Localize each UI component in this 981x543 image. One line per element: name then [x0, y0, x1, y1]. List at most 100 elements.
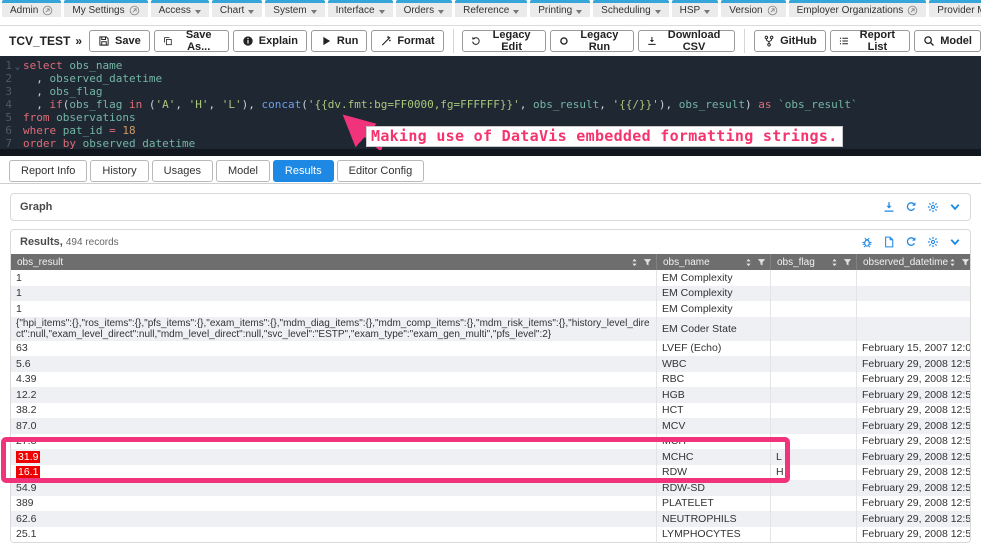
formatted-value-chip: 31.9	[16, 451, 40, 463]
column-header-observed_datetime[interactable]: observed_datetime	[856, 254, 970, 270]
table-row: {"hpi_items":{},"ros_items":{},"pfs_item…	[11, 317, 970, 341]
results-panel-title: Results, 494 records	[20, 236, 119, 248]
table-row: 1EM Complexity	[11, 286, 970, 302]
table-row: 1EM Complexity	[11, 301, 970, 317]
tab-editor-config[interactable]: Editor Config	[337, 160, 425, 182]
external-link-icon	[129, 5, 140, 16]
button-label: Report List	[854, 29, 902, 53]
report-list-button[interactable]: Report List	[830, 30, 910, 52]
table-row: 5.6WBCFebruary 29, 2008 12:58 PM	[11, 356, 970, 372]
column-header-obs_flag[interactable]: obs_flag	[770, 254, 856, 270]
line-number: 4	[0, 98, 12, 111]
top-nav-tab-label: Admin	[10, 5, 38, 16]
column-label: obs_flag	[777, 257, 815, 268]
format-button[interactable]: Format	[371, 30, 443, 52]
filter-icon[interactable]	[961, 258, 970, 267]
button-label: Save	[115, 35, 141, 47]
column-header-obs_name[interactable]: obs_name	[656, 254, 770, 270]
model-button[interactable]: Model	[914, 30, 981, 52]
cell-observed-datetime: February 29, 2008 12:58 PM	[856, 480, 970, 496]
top-nav-tab[interactable]: System	[265, 0, 324, 17]
top-nav-tab[interactable]: Printing	[530, 0, 590, 17]
top-nav-tab-label: Interface	[336, 5, 375, 16]
line-number: 5	[0, 111, 12, 124]
filter-icon[interactable]	[643, 258, 652, 267]
cell-obs-result: 5.6	[11, 356, 656, 372]
cell-obs-result: 87.0	[11, 418, 656, 434]
code-line: 5from observations	[0, 111, 981, 124]
table-row: 4.39RBCFebruary 29, 2008 12:58 PM	[11, 372, 970, 388]
top-nav-tab[interactable]: Scheduling	[593, 0, 668, 17]
save-button[interactable]: Save	[89, 30, 150, 52]
button-label: Explain	[259, 35, 298, 47]
record-count: 494 records	[66, 237, 119, 248]
column-header-obs_result[interactable]: obs_result	[11, 254, 656, 270]
results-panel-header: Results, 494 records	[11, 230, 970, 254]
legacy-edit-button[interactable]: Legacy Edit	[462, 30, 546, 52]
cell-obs-flag	[770, 511, 856, 527]
editor-scroll-strip	[0, 149, 981, 156]
top-nav-tab[interactable]: Orders	[396, 0, 453, 17]
github-button[interactable]: GitHub	[754, 30, 826, 52]
gear-icon[interactable]	[927, 236, 939, 248]
legacy-run-button[interactable]: Legacy Run	[550, 30, 634, 52]
cell-observed-datetime: February 29, 2008 12:58 PM	[856, 449, 970, 465]
tab-model[interactable]: Model	[216, 160, 270, 182]
document-icon[interactable]	[883, 236, 895, 248]
save-as-button[interactable]: Save As...	[154, 30, 229, 52]
refresh-icon[interactable]	[905, 236, 917, 248]
sort-icon[interactable]	[830, 258, 839, 267]
run-button[interactable]: Run	[311, 30, 367, 52]
top-nav-tab[interactable]: Admin	[2, 0, 61, 17]
cell-obs-result: 62.6	[11, 511, 656, 527]
top-nav-tab[interactable]: HSP	[672, 0, 719, 17]
cell-obs-flag	[770, 387, 856, 403]
cell-obs-flag	[770, 527, 856, 543]
top-nav-tab[interactable]: Employer Organizations	[789, 0, 927, 17]
column-label: obs_name	[663, 257, 710, 268]
cell-obs-name: LYMPHOCYTES	[656, 527, 770, 543]
download-icon[interactable]	[883, 201, 895, 213]
tab-results[interactable]: Results	[273, 160, 334, 182]
explain-button[interactable]: Explain	[233, 30, 307, 52]
tab-usages[interactable]: Usages	[152, 160, 213, 182]
chevron-down-icon[interactable]	[949, 236, 961, 248]
sort-icon[interactable]	[744, 258, 753, 267]
sql-editor[interactable]: 1⌄select obs_name2 , observed_datetime3 …	[0, 56, 981, 156]
chevron-down-icon[interactable]	[949, 201, 961, 213]
filter-icon[interactable]	[843, 258, 852, 267]
line-number: 6	[0, 124, 12, 137]
results-panel: Results, 494 records obs_result obs_name o…	[10, 229, 971, 543]
top-nav-tab[interactable]: Provider Management	[929, 0, 981, 17]
chevron-down-icon	[513, 10, 519, 14]
tab-history[interactable]: History	[90, 160, 148, 182]
sort-icon[interactable]	[948, 258, 957, 267]
sort-icon[interactable]	[630, 258, 639, 267]
gear-icon[interactable]	[927, 201, 939, 213]
cell-obs-name: RDW-SD	[656, 480, 770, 496]
tab-report-info[interactable]: Report Info	[9, 160, 87, 182]
cell-obs-flag	[770, 286, 856, 302]
cell-obs-name: EM Complexity	[656, 270, 770, 286]
download-csv-button[interactable]: Download CSV	[638, 30, 735, 52]
cell-obs-result: 1	[11, 270, 656, 286]
top-nav-tab[interactable]: My Settings	[64, 0, 147, 17]
table-row: 63LVEF (Echo)February 15, 2007 12:00 AM	[11, 341, 970, 357]
report-name-expander[interactable]: »	[75, 34, 82, 48]
top-nav-tab[interactable]: Version	[721, 0, 785, 17]
top-nav-tab[interactable]: Reference	[455, 0, 527, 17]
button-label: Legacy Run	[574, 29, 625, 53]
code-line: 2 , observed_datetime	[0, 72, 981, 85]
top-nav-tab[interactable]: Interface	[328, 0, 393, 17]
button-label: GitHub	[780, 35, 817, 47]
line-number: 3	[0, 85, 12, 98]
top-nav-tab[interactable]: Access	[151, 0, 209, 17]
cell-observed-datetime	[856, 317, 970, 341]
top-nav-tab[interactable]: Chart	[212, 0, 262, 17]
cell-obs-flag	[770, 301, 856, 317]
top-nav: Admin My SettingsAccessChartSystem Interfa…	[0, 0, 981, 17]
button-label: Run	[337, 35, 358, 47]
refresh-icon[interactable]	[905, 201, 917, 213]
debug-icon[interactable]	[861, 236, 873, 248]
filter-icon[interactable]	[757, 258, 766, 267]
